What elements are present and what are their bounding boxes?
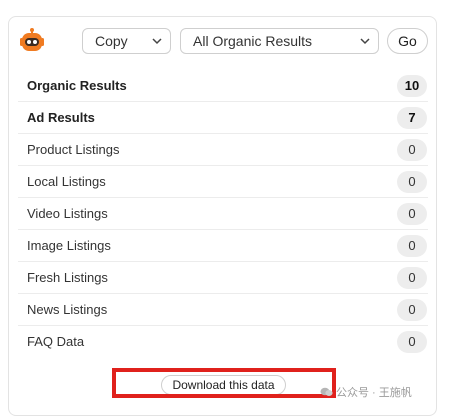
- count-badge: 0: [397, 331, 427, 353]
- extension-panel: Copy All Organic Results Go Organic Resu…: [8, 16, 437, 416]
- list-item-label: Image Listings: [27, 238, 111, 253]
- list-item-label: Fresh Listings: [27, 270, 108, 285]
- list-item-image-listings: Image Listings 0: [18, 230, 428, 262]
- list-item-video-listings: Video Listings 0: [18, 198, 428, 230]
- list-item-label: Video Listings: [27, 206, 108, 221]
- chevron-down-icon: [152, 38, 162, 45]
- list-item-label: Local Listings: [27, 174, 106, 189]
- results-list: Organic Results 10 Ad Results 7 Product …: [18, 70, 428, 358]
- results-type-select-value: All Organic Results: [193, 33, 313, 49]
- list-item-ad-results: Ad Results 7: [18, 102, 428, 134]
- count-badge: 0: [397, 235, 427, 257]
- list-item-fresh-listings: Fresh Listings 0: [18, 262, 428, 294]
- count-badge: 0: [397, 171, 427, 193]
- copy-select[interactable]: Copy: [82, 28, 171, 54]
- list-item-label: Organic Results: [27, 78, 127, 93]
- go-button[interactable]: Go: [387, 28, 428, 54]
- count-badge: 0: [397, 267, 427, 289]
- list-item-local-listings: Local Listings 0: [18, 166, 428, 198]
- watermark: 公众号 · 王施帆: [320, 384, 412, 400]
- list-item-label: Product Listings: [27, 142, 120, 157]
- copy-select-value: Copy: [95, 33, 128, 49]
- results-type-select[interactable]: All Organic Results: [180, 28, 379, 54]
- wechat-icon: [320, 387, 333, 396]
- chevron-down-icon: [360, 38, 370, 45]
- list-item-news-listings: News Listings 0: [18, 294, 428, 326]
- highlight-box: [112, 368, 336, 398]
- count-badge: 7: [397, 107, 427, 129]
- list-item-label: Ad Results: [27, 110, 95, 125]
- list-item-faq-data: FAQ Data 0: [18, 326, 428, 358]
- toolbar: Copy All Organic Results Go: [9, 17, 436, 67]
- list-item-organic-results: Organic Results 10: [18, 70, 428, 102]
- list-item-product-listings: Product Listings 0: [18, 134, 428, 166]
- robot-logo-icon: [20, 28, 44, 51]
- count-badge: 0: [397, 203, 427, 225]
- count-badge: 0: [397, 139, 427, 161]
- list-item-label: News Listings: [27, 302, 108, 317]
- count-badge: 0: [397, 299, 427, 321]
- count-badge: 10: [397, 75, 427, 97]
- list-item-label: FAQ Data: [27, 334, 85, 349]
- watermark-text: 公众号 · 王施帆: [336, 387, 412, 399]
